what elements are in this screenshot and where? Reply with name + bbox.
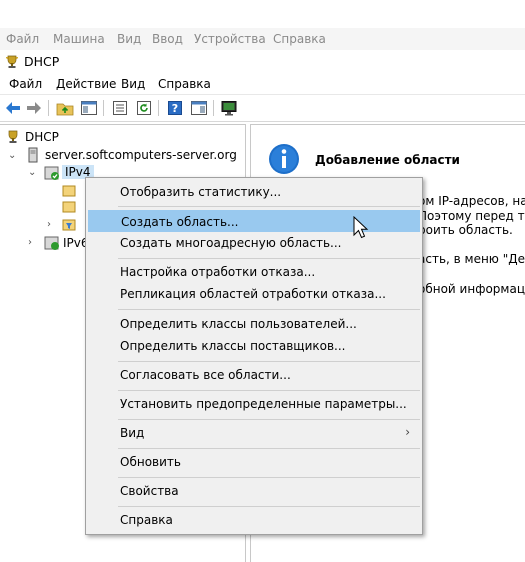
menu-file[interactable]: Файл <box>9 77 42 91</box>
detail-text-line: асть, в меню "Дейс <box>418 252 525 266</box>
vm-menu-view[interactable]: Вид <box>117 32 141 46</box>
menu-item-define-vendor-classes[interactable]: Определить классы поставщиков... <box>88 335 420 357</box>
menu-separator <box>118 390 420 391</box>
vm-menu-file[interactable]: Файл <box>6 32 39 46</box>
menu-item-help[interactable]: Справка <box>88 509 420 531</box>
detail-text-line: обной информации <box>418 282 525 296</box>
trophy-icon <box>6 55 18 68</box>
menu-separator <box>118 309 420 310</box>
tree-root-dhcp[interactable]: DHCP <box>25 130 59 144</box>
menu-separator <box>118 506 420 507</box>
info-icon <box>269 144 299 174</box>
menu-help[interactable]: Справка <box>158 77 211 91</box>
vm-menu-bar: Файл Машина Вид Ввод Устройства Справка <box>0 28 525 51</box>
detail-title: Добавление области <box>315 153 460 167</box>
ipv6-icon <box>44 236 59 250</box>
properties-icon[interactable] <box>190 99 208 117</box>
context-menu: Отобразить статистику... Создать область… <box>85 177 423 535</box>
menu-item-show-statistics[interactable]: Отобразить статистику... <box>88 181 420 203</box>
window-title: DHCP <box>24 54 60 69</box>
mouse-cursor-icon <box>353 216 369 239</box>
toolbar: ? <box>0 94 525 122</box>
detail-text-line: Поэтому перед тем <box>418 209 525 223</box>
menu-separator <box>118 448 420 449</box>
tree-server[interactable]: server.softcomputers-server.org <box>45 148 237 162</box>
trophy-icon <box>8 130 18 143</box>
menu-item-configure-failover[interactable]: Настройка отработки отказа... <box>88 261 420 283</box>
menu-item-reconcile-all-scopes[interactable]: Согласовать все области... <box>88 364 420 386</box>
folder-icon <box>62 185 76 197</box>
toolbar-separator <box>103 100 104 116</box>
tree-view-icon[interactable] <box>80 99 98 117</box>
help-icon[interactable]: ? <box>166 99 184 117</box>
chevron-right-icon[interactable]: › <box>28 237 32 248</box>
chevron-down-icon[interactable]: ⌄ <box>28 167 36 178</box>
menu-view[interactable]: Вид <box>121 77 145 91</box>
forward-arrow-icon[interactable] <box>25 99 43 117</box>
refresh-icon[interactable] <box>135 99 153 117</box>
toolbar-separator <box>48 100 49 116</box>
menu-separator <box>118 477 420 478</box>
back-arrow-icon[interactable] <box>4 99 22 117</box>
server-icon <box>28 147 38 163</box>
menu-item-set-predefined-options[interactable]: Установить предопределенные параметры... <box>88 393 420 415</box>
chevron-right-icon[interactable]: › <box>47 219 51 230</box>
filter-icon <box>62 219 76 231</box>
chevron-right-icon: › <box>405 425 410 439</box>
vm-menu-machine[interactable]: Машина <box>53 32 105 46</box>
menu-separator <box>118 258 420 259</box>
folder-icon <box>62 201 76 213</box>
vm-menu-input[interactable]: Ввод <box>152 32 183 46</box>
menu-item-new-multicast-scope[interactable]: Создать многоадресную область... <box>88 232 420 254</box>
folder-up-icon[interactable] <box>56 99 74 117</box>
menu-item-view[interactable]: Вид › <box>88 422 420 444</box>
window-titlebar: DHCP <box>0 50 525 74</box>
menu-item-refresh[interactable]: Обновить <box>88 451 420 473</box>
menu-separator <box>118 206 420 207</box>
menu-item-new-scope[interactable]: Создать область... <box>88 210 420 232</box>
menu-item-define-user-classes[interactable]: Определить классы пользователей... <box>88 313 420 335</box>
menu-item-properties[interactable]: Свойства <box>88 480 420 502</box>
menu-separator <box>118 419 420 420</box>
chevron-down-icon[interactable]: ⌄ <box>8 150 16 161</box>
menu-action[interactable]: Действие <box>56 77 116 91</box>
detail-text-line: роить область. <box>418 223 513 237</box>
detail-text-line: ом IP-адресов, назн <box>418 194 525 208</box>
toolbar-separator <box>213 100 214 116</box>
svg-text:?: ? <box>172 102 178 115</box>
vm-menu-devices[interactable]: Устройства <box>194 32 266 46</box>
app-menu-bar: Файл Действие Вид Справка <box>0 74 525 94</box>
menu-item-replicate-failover-scopes[interactable]: Репликация областей отработки отказа... <box>88 283 420 305</box>
ipv4-icon <box>44 166 59 180</box>
list-icon[interactable] <box>111 99 129 117</box>
vm-menu-help[interactable]: Справка <box>273 32 326 46</box>
toolbar-separator <box>158 100 159 116</box>
monitor-icon[interactable] <box>220 99 238 117</box>
menu-separator <box>118 361 420 362</box>
